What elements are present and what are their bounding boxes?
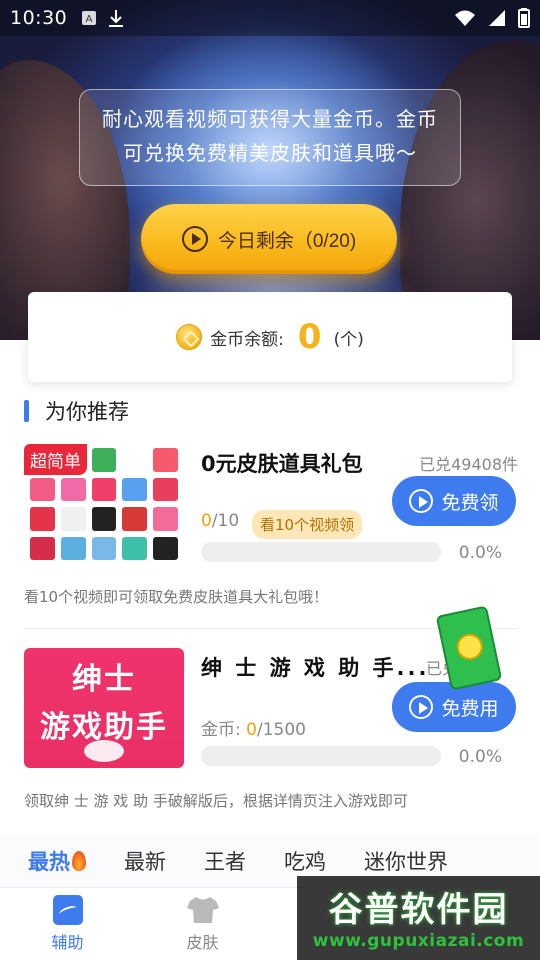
coin-balance-value: 0 bbox=[297, 317, 322, 357]
category-tab-hot[interactable]: 最热 bbox=[28, 846, 86, 876]
coin-balance-unit: (个) bbox=[333, 329, 364, 350]
claim-free-label: 免费领 bbox=[441, 492, 499, 514]
item-progress-bar bbox=[201, 542, 441, 562]
notice-box: 耐心观看视频可获得大量金币。金币可兑换免费精美皮肤和道具哦～ bbox=[79, 89, 461, 186]
claim-free-button[interactable]: 免费领 bbox=[392, 476, 516, 526]
item-progress-bar bbox=[201, 746, 441, 766]
tab-skin[interactable]: 皮肤 bbox=[135, 888, 270, 960]
signal-icon bbox=[489, 10, 505, 26]
item-progress-text: 金币: 0/1500 bbox=[201, 720, 306, 740]
item-description: 领取绅 士 游 戏 助 手破解版后，根据详情页注入游戏即可 bbox=[24, 792, 408, 810]
list-item[interactable]: 绅士 游戏助手 绅 士 游 戏 助 手... 已兑 免费用 金币: 0/1500… bbox=[24, 648, 518, 818]
category-tab-honor[interactable]: 王者 bbox=[204, 846, 246, 876]
svg-text:A: A bbox=[86, 14, 93, 25]
item-progress-percent: 0.0% bbox=[458, 543, 502, 563]
item-progress-percent: 0.0% bbox=[458, 747, 502, 767]
list-item[interactable]: 超简单 0元皮肤道具礼包 已兑49408件 免费领 0/10 看10个视频领 0… bbox=[24, 444, 518, 614]
watermark: 谷普软件园 www.gupuxiazai.com bbox=[297, 876, 540, 960]
a-icon: A bbox=[82, 11, 97, 25]
watermark-url: www.gupuxiazai.com bbox=[312, 931, 525, 951]
coin-balance-card: 金币余额: 0 (个) bbox=[28, 292, 512, 382]
wifi-icon bbox=[455, 10, 475, 26]
play-icon bbox=[409, 489, 434, 513]
coin-balance-label: 金币余额: bbox=[210, 329, 284, 350]
item-thumbnail: 超简单 bbox=[24, 444, 184, 564]
section-header: 为你推荐 bbox=[24, 396, 129, 426]
thumb-line1: 绅士 bbox=[72, 662, 136, 697]
status-bar: 10:30 A bbox=[0, 0, 540, 36]
easy-tag: 超简单 bbox=[24, 444, 87, 475]
item-title: 绅 士 游 戏 助 手... bbox=[201, 656, 430, 680]
category-tab-pubg[interactable]: 吃鸡 bbox=[284, 846, 326, 876]
watch-videos-tag: 看10个视频领 bbox=[252, 510, 363, 539]
tab-assist-label: 辅助 bbox=[51, 933, 84, 952]
download-icon bbox=[109, 10, 124, 27]
tab-skin-label: 皮肤 bbox=[186, 933, 219, 952]
tshirt-icon bbox=[186, 897, 219, 923]
coin-icon bbox=[176, 324, 203, 350]
item-title: 0元皮肤道具礼包 bbox=[201, 452, 363, 476]
section-accent-bar bbox=[24, 400, 29, 422]
tab-assist[interactable]: 辅助 bbox=[0, 888, 135, 960]
fire-icon bbox=[72, 851, 86, 871]
item-progress-text: 0/10 bbox=[201, 511, 240, 531]
play-icon bbox=[181, 226, 208, 252]
battery-icon bbox=[518, 8, 530, 28]
watch-video-button[interactable]: 今日剩余（0/20) bbox=[141, 204, 397, 274]
item-description: 看10个视频即可领取免费皮肤道具大礼包哦！ bbox=[24, 588, 329, 606]
item-thumbnail: 绅士 游戏助手 bbox=[24, 648, 184, 768]
section-title: 为你推荐 bbox=[45, 400, 129, 424]
status-time: 10:30 bbox=[10, 7, 68, 29]
play-icon bbox=[409, 695, 434, 719]
use-free-label: 免费用 bbox=[441, 698, 499, 720]
category-tab-new[interactable]: 最新 bbox=[124, 846, 166, 876]
screen: 10:30 A 耐心观看视频可获得大量金币。金币可兑换免费精美皮肤和道具哦～ 今… bbox=[0, 0, 540, 960]
watch-video-label: 今日剩余（0/20) bbox=[217, 230, 357, 252]
category-tab-mini-world[interactable]: 迷你世界 bbox=[364, 846, 448, 876]
item-redeemed-count: 已兑49408件 bbox=[419, 455, 518, 474]
assist-icon bbox=[52, 895, 83, 925]
bow-icon bbox=[84, 740, 124, 762]
watermark-text: 谷普软件园 bbox=[328, 890, 509, 930]
